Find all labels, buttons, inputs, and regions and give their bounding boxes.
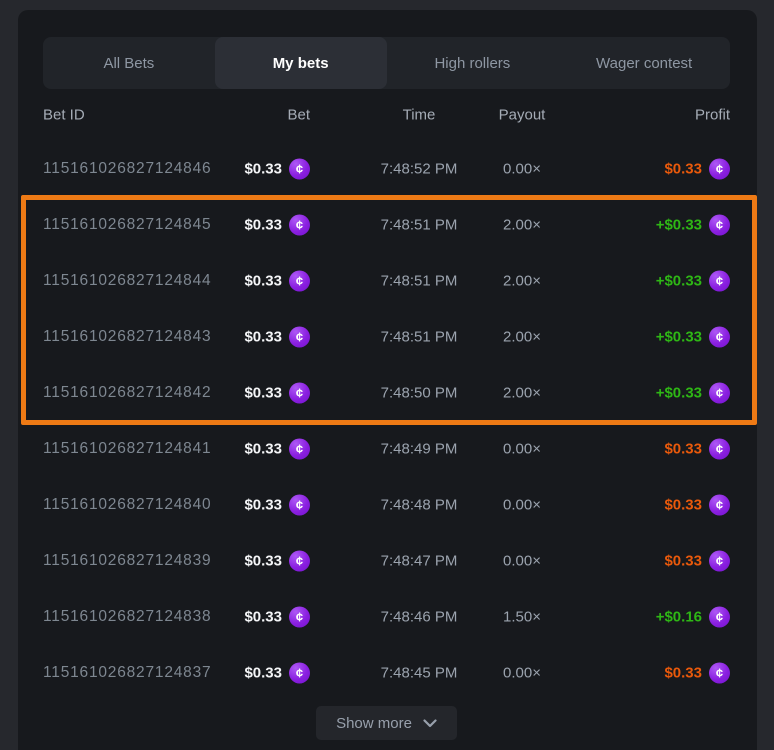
bet-id: 115161026827124839	[43, 552, 211, 570]
tab-wager-contest[interactable]: Wager contest	[558, 37, 730, 89]
bet-time: 7:48:46 PM	[381, 609, 458, 626]
bet-payout: 0.00×	[503, 665, 541, 682]
bet-profit: $0.33¢	[664, 439, 730, 460]
bet-payout: 2.00×	[503, 217, 541, 234]
bet-profit: $0.33¢	[664, 663, 730, 684]
bet-amount: $0.33¢	[244, 327, 310, 348]
tab-my-bets[interactable]: My bets	[215, 37, 387, 89]
bet-time: 7:48:48 PM	[381, 497, 458, 514]
bet-amount: $0.33¢	[244, 159, 310, 180]
bet-time: 7:48:52 PM	[381, 161, 458, 178]
bet-profit: +$0.16¢	[656, 607, 730, 628]
bet-id: 115161026827124845	[43, 216, 211, 234]
bets-history-panel: All Bets My bets High rollers Wager cont…	[0, 0, 774, 750]
bet-profit: $0.33¢	[664, 495, 730, 516]
coin-icon: ¢	[709, 327, 730, 348]
table-row: 115161026827124845 $0.33¢ 7:48:51 PM 2.0…	[43, 197, 730, 253]
table-row: 115161026827124841 $0.33¢ 7:48:49 PM 0.0…	[43, 421, 730, 477]
coin-icon: ¢	[709, 439, 730, 460]
header-profit: Profit	[695, 107, 730, 124]
bet-profit: +$0.33¢	[656, 271, 730, 292]
bet-payout: 2.00×	[503, 273, 541, 290]
coin-icon: ¢	[709, 159, 730, 180]
bet-payout: 2.00×	[503, 385, 541, 402]
coin-icon: ¢	[709, 663, 730, 684]
coin-icon: ¢	[289, 663, 310, 684]
bet-profit: $0.33¢	[664, 159, 730, 180]
coin-icon: ¢	[289, 495, 310, 516]
table-header: Bet ID Bet Time Payout Profit	[43, 89, 730, 141]
show-more-container: Show more	[43, 706, 730, 740]
bet-amount: $0.33¢	[244, 495, 310, 516]
coin-icon: ¢	[289, 607, 310, 628]
coin-icon: ¢	[289, 271, 310, 292]
bet-time: 7:48:45 PM	[381, 665, 458, 682]
table-row: 115161026827124843 $0.33¢ 7:48:51 PM 2.0…	[43, 309, 730, 365]
coin-icon: ¢	[709, 271, 730, 292]
bet-id: 115161026827124842	[43, 384, 211, 402]
bet-amount: $0.33¢	[244, 551, 310, 572]
bet-profit: $0.33¢	[664, 551, 730, 572]
bet-payout: 0.00×	[503, 553, 541, 570]
table-row: 115161026827124844 $0.33¢ 7:48:51 PM 2.0…	[43, 253, 730, 309]
bet-id: 115161026827124846	[43, 160, 211, 178]
bet-payout: 0.00×	[503, 441, 541, 458]
bet-amount: $0.33¢	[244, 383, 310, 404]
bet-time: 7:48:47 PM	[381, 553, 458, 570]
bet-id: 115161026827124840	[43, 496, 211, 514]
coin-icon: ¢	[709, 551, 730, 572]
bet-payout: 2.00×	[503, 329, 541, 346]
show-more-button[interactable]: Show more	[316, 706, 457, 740]
bet-time: 7:48:49 PM	[381, 441, 458, 458]
bet-id: 115161026827124844	[43, 272, 211, 290]
header-time: Time	[403, 107, 436, 124]
bet-id: 115161026827124837	[43, 664, 211, 682]
tab-all-bets[interactable]: All Bets	[43, 37, 215, 89]
table-row: 115161026827124838 $0.33¢ 7:48:46 PM 1.5…	[43, 589, 730, 645]
bet-id: 115161026827124838	[43, 608, 211, 626]
bet-profit: +$0.33¢	[656, 327, 730, 348]
bet-payout: 0.00×	[503, 497, 541, 514]
table-row: 115161026827124839 $0.33¢ 7:48:47 PM 0.0…	[43, 533, 730, 589]
bet-amount: $0.33¢	[244, 439, 310, 460]
header-payout: Payout	[499, 107, 546, 124]
coin-icon: ¢	[289, 383, 310, 404]
bets-tabs: All Bets My bets High rollers Wager cont…	[43, 37, 730, 89]
bet-id: 115161026827124843	[43, 328, 211, 346]
coin-icon: ¢	[709, 383, 730, 404]
coin-icon: ¢	[289, 215, 310, 236]
table-row: 115161026827124846 $0.33¢ 7:48:52 PM 0.0…	[43, 141, 730, 197]
bet-amount: $0.33¢	[244, 271, 310, 292]
bet-payout: 0.00×	[503, 161, 541, 178]
bet-profit: +$0.33¢	[656, 215, 730, 236]
coin-icon: ¢	[289, 551, 310, 572]
bet-time: 7:48:51 PM	[381, 217, 458, 234]
table-row: 115161026827124840 $0.33¢ 7:48:48 PM 0.0…	[43, 477, 730, 533]
coin-icon: ¢	[289, 439, 310, 460]
bet-amount: $0.33¢	[244, 607, 310, 628]
coin-icon: ¢	[709, 607, 730, 628]
coin-icon: ¢	[289, 159, 310, 180]
table-row: 115161026827124842 $0.33¢ 7:48:50 PM 2.0…	[43, 365, 730, 421]
bet-profit: +$0.33¢	[656, 383, 730, 404]
tab-high-rollers[interactable]: High rollers	[387, 37, 559, 89]
chevron-down-icon	[423, 719, 437, 728]
table-row: 115161026827124837 $0.33¢ 7:48:45 PM 0.0…	[43, 645, 730, 701]
panel: All Bets My bets High rollers Wager cont…	[18, 10, 757, 750]
bet-time: 7:48:51 PM	[381, 329, 458, 346]
bet-amount: $0.33¢	[244, 663, 310, 684]
bet-time: 7:48:51 PM	[381, 273, 458, 290]
bet-amount: $0.33¢	[244, 215, 310, 236]
coin-icon: ¢	[289, 327, 310, 348]
show-more-label: Show more	[336, 715, 412, 732]
coin-icon: ¢	[709, 495, 730, 516]
bet-id: 115161026827124841	[43, 440, 211, 458]
bet-time: 7:48:50 PM	[381, 385, 458, 402]
table-body: 115161026827124846 $0.33¢ 7:48:52 PM 0.0…	[43, 141, 730, 701]
coin-icon: ¢	[709, 215, 730, 236]
bet-payout: 1.50×	[503, 609, 541, 626]
header-bet: Bet	[287, 107, 310, 124]
header-bet-id: Bet ID	[43, 107, 85, 124]
